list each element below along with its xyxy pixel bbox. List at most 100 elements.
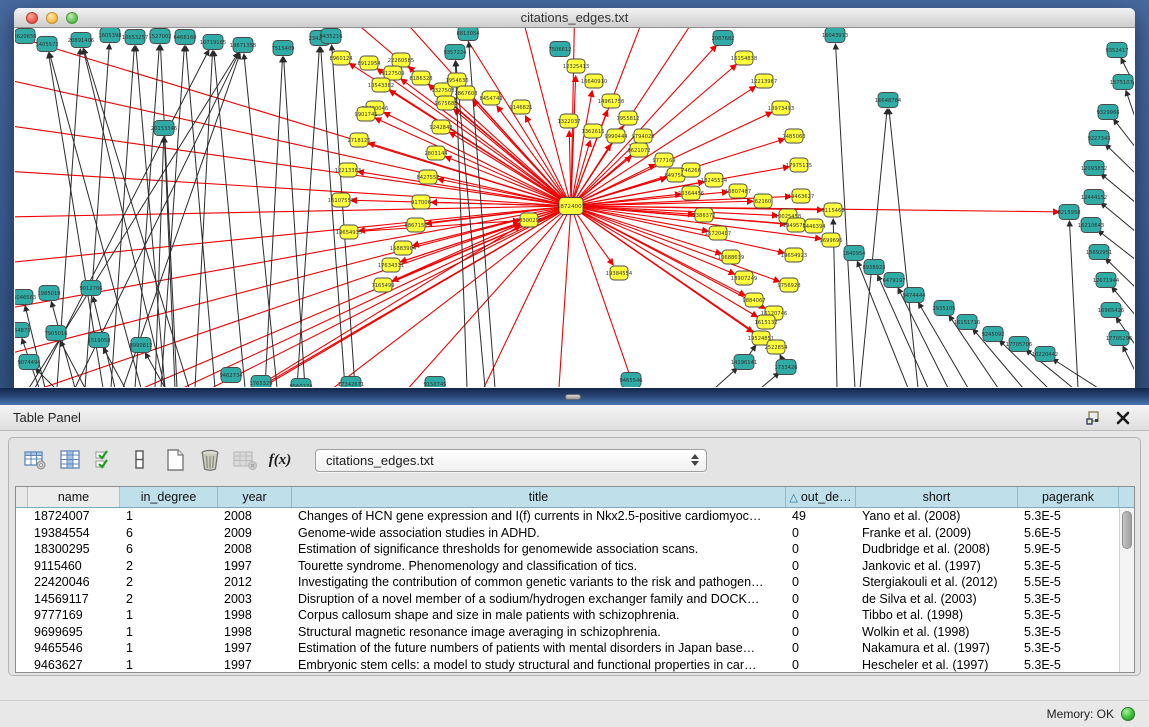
- cell-year[interactable]: 2012: [218, 574, 292, 591]
- close-panel-icon[interactable]: [1115, 410, 1131, 426]
- cell-title[interactable]: Changes of HCN gene expression and I(f) …: [292, 508, 786, 525]
- minimize-window-button[interactable]: [46, 12, 58, 24]
- cell-out_de[interactable]: 0: [786, 607, 856, 624]
- cell-pagerank[interactable]: 5.6E-5: [1018, 525, 1119, 542]
- column-header-pagerank[interactable]: pagerank: [1018, 487, 1119, 507]
- cell-in_degree[interactable]: 6: [120, 541, 218, 558]
- cell-short[interactable]: Dudbridge et al. (2008): [856, 541, 1018, 558]
- table-row[interactable]: 1456911722003Disruption of a novel membe…: [16, 591, 1134, 608]
- table-row[interactable]: 946362711997Embryonic stem cells: a mode…: [16, 657, 1134, 673]
- cell-pagerank[interactable]: 5.3E-5: [1018, 624, 1119, 641]
- cell-out_de[interactable]: 0: [786, 657, 856, 673]
- cell-title[interactable]: Estimation of significance thresholds fo…: [292, 541, 786, 558]
- cell-year[interactable]: 2009: [218, 525, 292, 542]
- column-header-out_de[interactable]: △out_de…: [786, 487, 856, 507]
- cell-name[interactable]: 9699695: [28, 624, 120, 641]
- cell-out_de[interactable]: 0: [786, 624, 856, 641]
- column-header-year[interactable]: year: [218, 487, 292, 507]
- cell-short[interactable]: Nakamura et al. (1997): [856, 640, 1018, 657]
- cell-short[interactable]: Wolkin et al. (1998): [856, 624, 1018, 641]
- cell-short[interactable]: Jankovic et al. (1997): [856, 558, 1018, 575]
- cell-year[interactable]: 2008: [218, 508, 292, 525]
- column-header-in_degree[interactable]: in_degree: [120, 487, 218, 507]
- cell-in_degree[interactable]: 1: [120, 624, 218, 641]
- cell-out_de[interactable]: 0: [786, 591, 856, 608]
- vertical-scrollbar[interactable]: [1119, 508, 1134, 672]
- cell-year[interactable]: 1997: [218, 657, 292, 673]
- cell-out_de[interactable]: 0: [786, 541, 856, 558]
- cell-out_de[interactable]: 0: [786, 574, 856, 591]
- cell-out_de[interactable]: 0: [786, 525, 856, 542]
- cell-in_degree[interactable]: 1: [120, 607, 218, 624]
- cell-in_degree[interactable]: 1: [120, 657, 218, 673]
- row-selection-mode-button[interactable]: [91, 446, 119, 474]
- cell-in_degree[interactable]: 2: [120, 591, 218, 608]
- cell-in_degree[interactable]: 1: [120, 640, 218, 657]
- cell-name[interactable]: 9777169: [28, 607, 120, 624]
- cell-in_degree[interactable]: 2: [120, 574, 218, 591]
- network-table-selector[interactable]: citations_edges.txt: [315, 449, 707, 472]
- cell-short[interactable]: Tibbo et al. (1998): [856, 607, 1018, 624]
- cell-title[interactable]: Corpus callosum shape and size in male p…: [292, 607, 786, 624]
- cell-in_degree[interactable]: 1: [120, 508, 218, 525]
- cell-in_degree[interactable]: 6: [120, 525, 218, 542]
- cell-title[interactable]: Tourette syndrome. Phenomenology and cla…: [292, 558, 786, 575]
- cell-year[interactable]: 2003: [218, 591, 292, 608]
- table-settings-button[interactable]: [21, 446, 49, 474]
- scrollbar-thumb[interactable]: [1122, 511, 1132, 549]
- cell-title[interactable]: Estimation of the future numbers of pati…: [292, 640, 786, 657]
- column-header-name[interactable]: name: [28, 487, 120, 507]
- table-row[interactable]: 946554611997Estimation of the future num…: [16, 640, 1134, 657]
- window-titlebar[interactable]: citations_edges.txt: [14, 8, 1135, 28]
- cell-pagerank[interactable]: 5.3E-5: [1018, 591, 1119, 608]
- cell-year[interactable]: 1998: [218, 607, 292, 624]
- cell-short[interactable]: Hescheler et al. (1997): [856, 657, 1018, 673]
- cell-title[interactable]: Investigating the contribution of common…: [292, 574, 786, 591]
- zoom-window-button[interactable]: [66, 12, 78, 24]
- cell-title[interactable]: Genome-wide association studies in ADHD.: [292, 525, 786, 542]
- cell-short[interactable]: Yano et al. (2008): [856, 508, 1018, 525]
- table-row[interactable]: 2242004622012Investigating the contribut…: [16, 574, 1134, 591]
- cell-title[interactable]: Embryonic stem cells: a model to study s…: [292, 657, 786, 673]
- cell-title[interactable]: Structural magnetic resonance image aver…: [292, 624, 786, 641]
- panel-splitter[interactable]: [0, 388, 1149, 405]
- network-canvas[interactable]: 2620650140557220891406160539810653257152…: [15, 28, 1134, 387]
- column-mode-button[interactable]: [126, 446, 154, 474]
- cell-out_de[interactable]: 49: [786, 508, 856, 525]
- cell-name[interactable]: 14569117: [28, 591, 120, 608]
- cell-year[interactable]: 1997: [218, 558, 292, 575]
- show-columns-button[interactable]: [56, 446, 84, 474]
- cell-short[interactable]: de Silva et al. (2003): [856, 591, 1018, 608]
- cell-title[interactable]: Disruption of a novel member of a sodium…: [292, 591, 786, 608]
- delete-rows-button[interactable]: [196, 446, 224, 474]
- citation-network-graph[interactable]: 2620650140557220891406160539810653257152…: [15, 28, 1134, 387]
- cell-pagerank[interactable]: 5.3E-5: [1018, 640, 1119, 657]
- cell-short[interactable]: Franke et al. (2009): [856, 525, 1018, 542]
- cell-year[interactable]: 1998: [218, 624, 292, 641]
- table-row[interactable]: 1872400712008Changes of HCN gene express…: [16, 508, 1134, 525]
- cell-in_degree[interactable]: 2: [120, 558, 218, 575]
- create-new-table-button[interactable]: [161, 446, 189, 474]
- cell-name[interactable]: 9465546: [28, 640, 120, 657]
- table-row[interactable]: 1938455462009Genome-wide association stu…: [16, 525, 1134, 542]
- table-row[interactable]: 969969511998Structural magnetic resonanc…: [16, 624, 1134, 641]
- splitter-grip-icon[interactable]: [565, 394, 581, 400]
- cell-name[interactable]: 22420046: [28, 574, 120, 591]
- table-row[interactable]: 977716911998Corpus callosum shape and si…: [16, 607, 1134, 624]
- cell-short[interactable]: Stergiakouli et al. (2012): [856, 574, 1018, 591]
- cell-year[interactable]: 2008: [218, 541, 292, 558]
- cell-name[interactable]: 19384554: [28, 525, 120, 542]
- cell-out_de[interactable]: 0: [786, 640, 856, 657]
- table-row[interactable]: 911546021997Tourette syndrome. Phenomeno…: [16, 558, 1134, 575]
- cell-name[interactable]: 9115460: [28, 558, 120, 575]
- cell-pagerank[interactable]: 5.3E-5: [1018, 607, 1119, 624]
- table-row[interactable]: 1830029562008Estimation of significance …: [16, 541, 1134, 558]
- cell-out_de[interactable]: 0: [786, 558, 856, 575]
- cell-pagerank[interactable]: 5.3E-5: [1018, 558, 1119, 575]
- cell-name[interactable]: 18300295: [28, 541, 120, 558]
- column-header-short[interactable]: short: [856, 487, 1018, 507]
- cell-name[interactable]: 18724007: [28, 508, 120, 525]
- cell-pagerank[interactable]: 5.3E-5: [1018, 508, 1119, 525]
- cell-name[interactable]: 9463627: [28, 657, 120, 673]
- close-window-button[interactable]: [26, 12, 38, 24]
